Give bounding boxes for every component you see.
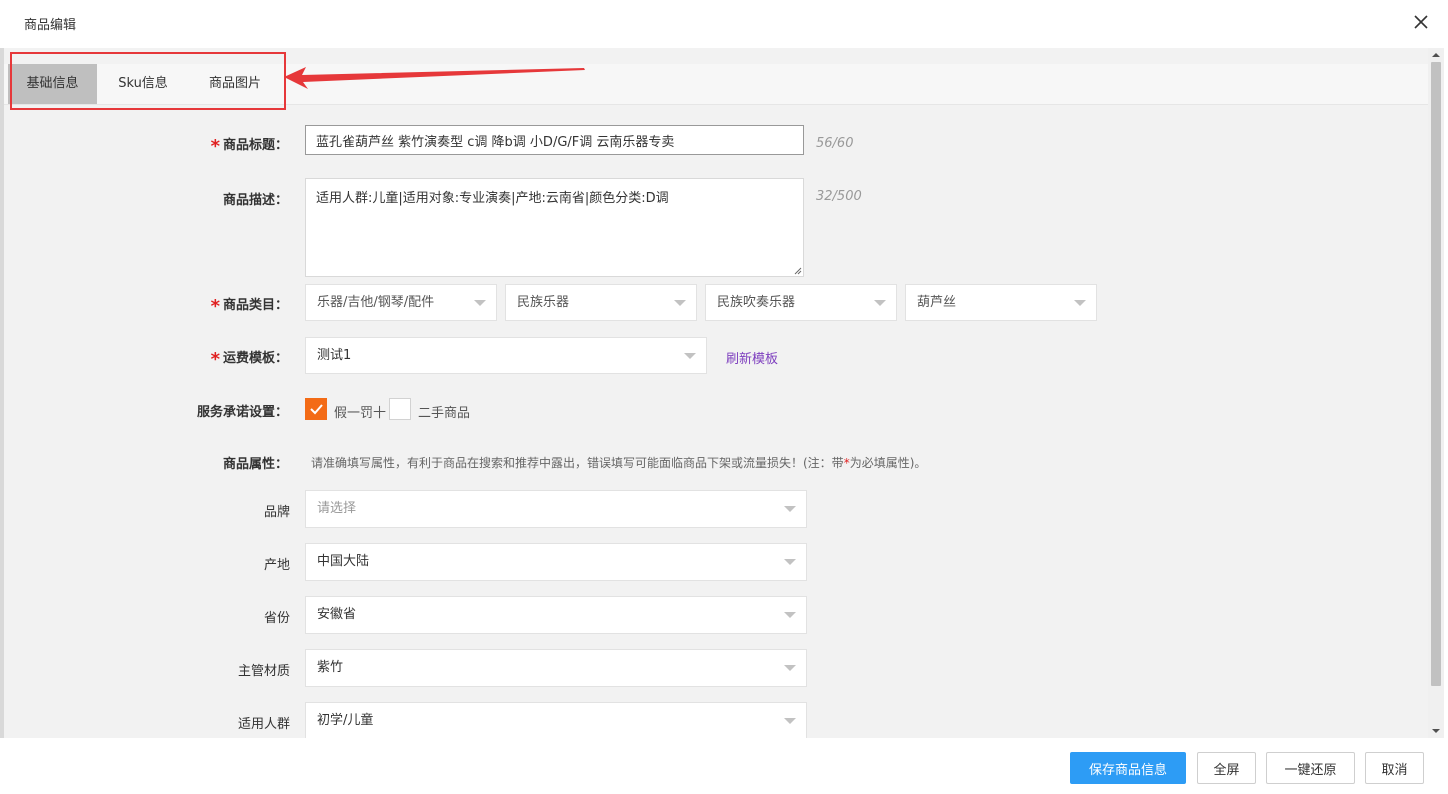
attr-material-select[interactable]: 紫竹 bbox=[305, 649, 807, 687]
fake-one-pay-ten-checkbox[interactable] bbox=[305, 398, 327, 420]
attr-audience-select[interactable]: 初学/儿童 bbox=[305, 702, 807, 738]
attr-material-value: 紫竹 bbox=[317, 660, 344, 675]
tab-basic-info[interactable]: 基础信息 bbox=[8, 64, 97, 104]
description-text: 适用人群:儿童|适用对象:专业演奏|产地:云南省|颜色分类:D调 bbox=[316, 191, 669, 206]
category-select-level1[interactable]: 乐器/吉他/钢琴/配件 bbox=[305, 284, 497, 321]
attr-audience-value: 初学/儿童 bbox=[317, 713, 374, 728]
resize-grip-icon[interactable] bbox=[794, 267, 802, 275]
scroll-up-icon[interactable] bbox=[1428, 48, 1444, 62]
attr-brand-value: 请选择 bbox=[317, 501, 357, 516]
tab-product-images[interactable]: 商品图片 bbox=[189, 64, 281, 104]
attr-origin-value: 中国大陆 bbox=[317, 554, 370, 569]
title-counter: 56/60 bbox=[816, 136, 854, 151]
category-level2-value: 民族乐器 bbox=[517, 295, 570, 310]
fake-one-pay-ten-label: 假一罚十 bbox=[334, 406, 387, 421]
dialog-footer: 保存商品信息 全屏 一键还原 取消 bbox=[0, 738, 1448, 794]
attr-origin-label: 产地 bbox=[263, 558, 290, 573]
tab-bar: 基础信息 Sku信息 商品图片 bbox=[4, 64, 1428, 105]
shipping-template-value: 测试1 bbox=[317, 348, 352, 363]
attributes-hint: 请准确填写属性，有利于商品在搜索和推荐中露出，错误填写可能面临商品下架或流量损失… bbox=[311, 456, 927, 470]
dialog-body: 基础信息 Sku信息 商品图片 * 商品标题： 蓝孔雀葫芦丝 紫竹演奏型 c调 降… bbox=[4, 48, 1428, 738]
attr-brand-select[interactable]: 请选择 bbox=[305, 490, 807, 528]
title-input[interactable]: 蓝孔雀葫芦丝 紫竹演奏型 c调 降b调 小D/G/F调 云南乐器专卖 bbox=[305, 125, 804, 155]
scrollbar-thumb[interactable] bbox=[1431, 62, 1441, 686]
required-mark: * bbox=[210, 296, 220, 317]
cancel-button[interactable]: 取消 bbox=[1365, 752, 1424, 784]
category-select-level3[interactable]: 民族吹奏乐器 bbox=[705, 284, 897, 321]
vertical-scrollbar[interactable] bbox=[1428, 48, 1444, 738]
chevron-down-icon bbox=[784, 665, 796, 671]
chevron-down-icon bbox=[784, 718, 796, 724]
tab-sku-info[interactable]: Sku信息 bbox=[97, 64, 189, 104]
required-mark: * bbox=[210, 349, 220, 370]
restore-button[interactable]: 一键还原 bbox=[1266, 752, 1355, 784]
fullscreen-button[interactable]: 全屏 bbox=[1197, 752, 1256, 784]
description-textarea[interactable]: 适用人群:儿童|适用对象:专业演奏|产地:云南省|颜色分类:D调 bbox=[305, 178, 804, 277]
required-mark: * bbox=[210, 136, 220, 157]
attributes-label: 商品属性： bbox=[222, 457, 288, 472]
category-level4-value: 葫芦丝 bbox=[917, 295, 957, 310]
close-icon[interactable] bbox=[1410, 11, 1432, 33]
chevron-down-icon bbox=[784, 506, 796, 512]
scroll-down-icon[interactable] bbox=[1428, 724, 1444, 738]
chevron-down-icon bbox=[1074, 299, 1086, 306]
attr-material-label: 主管材质 bbox=[237, 664, 290, 679]
category-level3-value: 民族吹奏乐器 bbox=[717, 295, 796, 310]
chevron-down-icon bbox=[474, 299, 486, 306]
chevron-down-icon bbox=[674, 299, 686, 306]
attr-brand-label: 品牌 bbox=[263, 505, 290, 520]
category-level1-value: 乐器/吉他/钢琴/配件 bbox=[317, 295, 435, 310]
shipping-label: * 运费模板： bbox=[210, 349, 288, 370]
description-label: 商品描述： bbox=[222, 193, 288, 208]
refresh-template-link[interactable]: 刷新模板 bbox=[726, 348, 778, 367]
attr-audience-label: 适用人群 bbox=[237, 717, 290, 732]
attr-province-label: 省份 bbox=[263, 611, 290, 626]
save-product-button[interactable]: 保存商品信息 bbox=[1070, 752, 1186, 784]
chevron-down-icon bbox=[784, 612, 796, 618]
chevron-down-icon bbox=[874, 299, 886, 306]
chevron-down-icon bbox=[784, 559, 796, 565]
chevron-down-icon bbox=[684, 352, 696, 359]
second-hand-checkbox[interactable] bbox=[389, 398, 411, 420]
attr-province-value: 安徽省 bbox=[317, 607, 357, 622]
shipping-template-select[interactable]: 测试1 bbox=[305, 337, 707, 374]
category-label: * 商品类目： bbox=[210, 296, 288, 317]
category-select-level4[interactable]: 葫芦丝 bbox=[905, 284, 1097, 321]
check-icon bbox=[310, 404, 323, 415]
title-label: * 商品标题： bbox=[210, 136, 288, 157]
second-hand-label: 二手商品 bbox=[418, 406, 471, 421]
dialog-header: 商品编辑 bbox=[0, 0, 1448, 48]
service-label: 服务承诺设置： bbox=[196, 405, 288, 420]
attr-province-select[interactable]: 安徽省 bbox=[305, 596, 807, 634]
attr-origin-select[interactable]: 中国大陆 bbox=[305, 543, 807, 581]
dialog-title: 商品编辑 bbox=[24, 18, 77, 33]
description-counter: 32/500 bbox=[816, 189, 862, 204]
category-select-level2[interactable]: 民族乐器 bbox=[505, 284, 697, 321]
